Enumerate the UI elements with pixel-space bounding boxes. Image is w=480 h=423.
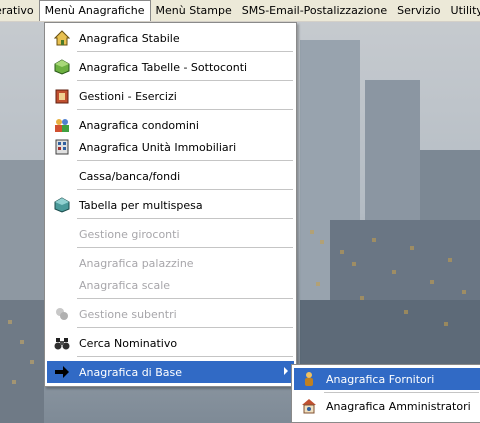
people-icon [53,116,71,134]
menu-item-anagrafica-tabelle[interactable]: Anagrafica Tabelle - Sottoconti [47,56,294,78]
menu-item-anagrafica-fornitori[interactable]: Anagrafica Fornitori [294,368,480,390]
menu-operativo[interactable]: erativo [0,0,39,21]
menu-stampe[interactable]: Menù Stampe [151,0,237,21]
admin-icon [300,397,318,415]
menu-item-anagrafica-condomini[interactable]: Anagrafica condomini [47,114,294,136]
cube-icon [53,58,71,76]
binoculars-icon [53,334,71,352]
menu-item-anagrafica-amministratori[interactable]: Anagrafica Amministratori [294,395,480,417]
home-icon [53,29,71,47]
menu-servizio[interactable]: Servizio [392,0,445,21]
menu-item-anagrafica-stabile[interactable]: Anagrafica Stabile [47,27,294,49]
swap-icon [53,305,71,323]
submenu-arrow-icon [284,367,288,375]
menu-sms-email[interactable]: SMS-Email-Postalizzazione [237,0,392,21]
menu-item-anagrafica-unita[interactable]: Anagrafica Unità Immobiliari [47,136,294,158]
building-units-icon [53,138,71,156]
menu-item-gestione-giroconti[interactable]: Gestione giroconti [47,223,294,245]
menu-anagrafiche[interactable]: Menù Anagrafiche [38,0,151,21]
menu-item-anagrafica-di-base[interactable]: Anagrafica di Base [47,361,294,383]
person-icon [300,370,318,388]
cube-icon [53,196,71,214]
menu-utility[interactable]: Utility [446,0,480,21]
menu-item-cassa-banca-fondi[interactable]: Cassa/banca/fondi [47,165,294,187]
menu-item-gestione-subentri[interactable]: Gestione subentri [47,303,294,325]
menu-item-cerca-nominativo[interactable]: Cerca Nominativo [47,332,294,354]
menu-bar: erativo Menù Anagrafiche Menù Stampe SMS… [0,0,480,22]
anagrafica-di-base-submenu: Anagrafica Fornitori Anagrafica Amminist… [291,364,480,423]
menu-item-anagrafica-palazzine[interactable]: Anagrafica palazzine [47,252,294,274]
arrow-right-icon [53,363,71,381]
anagrafiche-dropdown: Anagrafica Stabile Anagrafica Tabelle - … [44,22,297,387]
menu-item-tabella-multispesa[interactable]: Tabella per multispesa [47,194,294,216]
ledger-icon [53,87,71,105]
menu-item-anagrafica-scale[interactable]: Anagrafica scale [47,274,294,296]
menu-item-gestioni-esercizi[interactable]: Gestioni - Esercizi [47,85,294,107]
